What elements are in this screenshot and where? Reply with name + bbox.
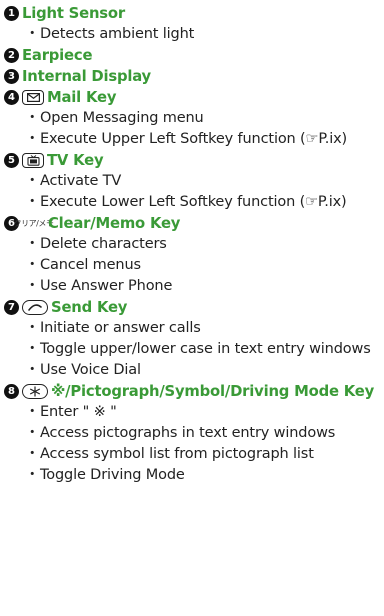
item-mail-key: 4 Mail Key ・ Open Messaging menu ・ Execute… [0, 87, 384, 150]
number-badge: 3 [4, 69, 19, 84]
number-badge: 7 [4, 300, 19, 315]
bullet-item: ・ Execute Upper Left Softkey function (☞P… [25, 131, 348, 147]
item-earpiece: 2 Earpiece [0, 45, 384, 66]
tv-key-icon [22, 153, 44, 168]
bullet-item: ・ Enter " ※ " [25, 404, 117, 420]
bullet-item: ・ Detects ambient light [25, 26, 195, 42]
bullet-item: ・ Activate TV [25, 173, 122, 189]
item-internal-display: 3 Internal Display [0, 66, 384, 87]
item-title: Mail Key [47, 89, 117, 106]
item-title: TV Key [47, 152, 104, 169]
bullet-item: ・ Execute Lower Left Softkey function (☞P… [25, 194, 347, 210]
number-badge: 1 [4, 6, 19, 21]
key-descriptions: 1 Light Sensor ・ Detects ambient light 2 … [0, 0, 384, 616]
bullet-item: ・ Access pictographs in text entry window… [25, 425, 336, 441]
item-title: Send Key [51, 299, 128, 316]
bullet-item: ・ Toggle Driving Mode [25, 467, 185, 483]
item-title: Clear/Memo Key [48, 215, 181, 232]
mail-key-icon [22, 90, 44, 105]
clear-memo-key-icon: クリア/メモ [13, 219, 54, 228]
send-key-icon [22, 300, 48, 315]
item-title: Internal Display [22, 68, 151, 85]
item-send-key: 7 Send Key ・ Initiate or answer calls ・ To… [0, 297, 384, 381]
number-badge: 2 [4, 48, 19, 63]
number-badge: 4 [4, 90, 19, 105]
number-badge: 5 [4, 153, 19, 168]
item-title: ※/Pictograph/Symbol/Driving Mode Key [51, 383, 375, 400]
number-badge: 8 [4, 384, 19, 399]
item-title: Light Sensor [22, 5, 125, 22]
bullet-item: ・ Use Answer Phone [25, 278, 173, 294]
item-tv-key: 5 TV Key ・ Activate TV ・ Execute Lower Lef… [0, 150, 384, 213]
item-title: Earpiece [22, 47, 93, 64]
item-light-sensor: 1 Light Sensor ・ Detects ambient light [0, 3, 384, 45]
bullet-item: ・ Use Voice Dial [25, 362, 141, 378]
bullet-item: ・ Delete characters [25, 236, 167, 252]
bullet-item: ・ Access symbol list from pictograph list [25, 446, 314, 462]
asterisk-key-icon [22, 384, 48, 399]
bullet-item: ・ Open Messaging menu [25, 110, 204, 126]
bullet-item: ・ Toggle upper/lower case in text entry w… [25, 341, 371, 357]
item-asterisk-key: 8 ※/Pictograph/Symbol/Driving Mode Key ・… [0, 381, 384, 486]
bullet-item: ・ Initiate or answer calls [25, 320, 201, 336]
item-clear-memo-key: 6 クリア/メモ Clear/Memo Key ・ Delete characte… [0, 213, 384, 297]
bullet-item: ・ Cancel menus [25, 257, 141, 273]
